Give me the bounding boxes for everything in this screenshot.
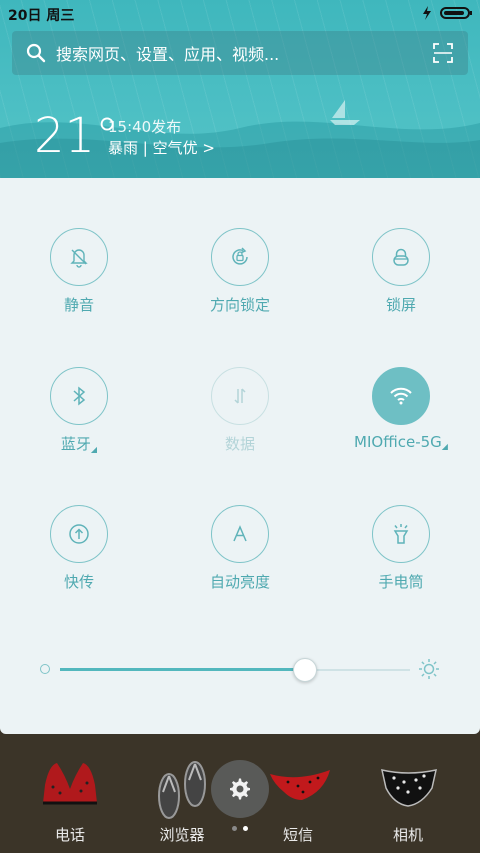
toggle-auto-brightness[interactable]: 自动亮度	[180, 505, 300, 592]
messages-app-icon	[270, 770, 330, 800]
status-date: 20日 周三	[8, 8, 75, 24]
expand-triangle-icon: ◢	[90, 445, 98, 454]
app-label: 相机	[392, 826, 423, 844]
weather-header: 20日 周三 搜索网页、设置、应用、视频... 21° 15:40发布 暴雨 |…	[0, 0, 480, 178]
toggle-label: 快传	[63, 573, 94, 591]
browser-app-icon	[158, 761, 206, 819]
brightness-low-icon	[40, 664, 50, 674]
expand-triangle-icon: ◢	[441, 442, 448, 451]
toggle-mute[interactable]: 静音	[19, 228, 139, 315]
toggle-lock-screen[interactable]: 锁屏	[341, 228, 461, 315]
toggle-label: 手电筒	[378, 573, 424, 591]
toggle-label: 自动亮度	[209, 573, 270, 591]
weather-condition[interactable]: 暴雨 | 空气优 >	[108, 137, 215, 158]
app-phone[interactable]: 电话	[20, 748, 120, 845]
home-dock: 电话 浏览器 短信 相机	[0, 734, 480, 853]
toggle-label: MIOffice-5G◢	[341, 433, 461, 451]
page-dot-active	[243, 826, 248, 831]
share-icon	[69, 524, 89, 544]
toggle-label: 数据	[224, 435, 255, 453]
brightness-high-icon	[419, 659, 439, 679]
status-bar: 20日 周三	[0, 0, 480, 28]
slider-knob[interactable]	[293, 658, 317, 682]
toggle-flashlight[interactable]: 手电筒	[341, 505, 461, 592]
toggle-label: 蓝牙◢	[19, 433, 139, 454]
flashlight-icon	[393, 524, 409, 544]
toggle-rotation-lock[interactable]: 方向锁定	[180, 228, 300, 315]
auto-brightness-icon	[233, 525, 247, 542]
temperature[interactable]: 21°	[34, 108, 119, 164]
toggle-label: 锁屏	[385, 296, 416, 314]
quick-settings-panel: 静音 方向锁定 锁屏 蓝牙◢ 数据 MIOffice-5G◢ 快传 自动亮度 手…	[0, 178, 480, 734]
toggle-quick-transfer[interactable]: 快传	[19, 505, 139, 592]
rotation-lock-icon	[232, 247, 248, 265]
search-icon	[26, 43, 46, 63]
brightness-slider[interactable]	[40, 656, 440, 684]
app-camera[interactable]: 相机	[358, 748, 458, 845]
camera-app-icon	[381, 769, 437, 807]
toggle-label-text: 蓝牙	[60, 435, 91, 453]
lock-icon	[393, 248, 409, 266]
app-label: 浏览器	[159, 826, 205, 844]
gear-icon	[230, 778, 250, 800]
search-bar[interactable]: 搜索网页、设置、应用、视频...	[12, 31, 468, 75]
toggle-label: 静音	[63, 296, 94, 314]
wifi-icon	[390, 387, 412, 405]
bell-off-icon	[70, 249, 88, 268]
bluetooth-icon	[73, 386, 86, 406]
phone-app-icon	[43, 763, 97, 805]
app-label: 电话	[54, 826, 85, 844]
page-dot	[232, 826, 237, 831]
toggle-mobile-data[interactable]: 数据	[180, 367, 300, 454]
toggle-label: 方向锁定	[209, 296, 270, 314]
app-label: 短信	[282, 826, 313, 844]
scan-icon[interactable]	[432, 42, 454, 64]
slider-fill	[60, 668, 305, 671]
toggle-bluetooth[interactable]: 蓝牙◢	[19, 367, 139, 454]
toggle-wifi[interactable]: MIOffice-5G◢	[341, 367, 461, 451]
page-indicator	[232, 826, 248, 831]
data-transfer-icon	[234, 388, 246, 404]
weather-published-time: 15:40发布	[108, 118, 182, 136]
settings-button[interactable]	[211, 760, 269, 818]
battery-icon	[440, 7, 472, 19]
charging-icon	[423, 6, 431, 20]
search-input[interactable]: 搜索网页、设置、应用、视频...	[56, 41, 432, 65]
toggle-label-text: MIOffice-5G	[354, 433, 442, 451]
